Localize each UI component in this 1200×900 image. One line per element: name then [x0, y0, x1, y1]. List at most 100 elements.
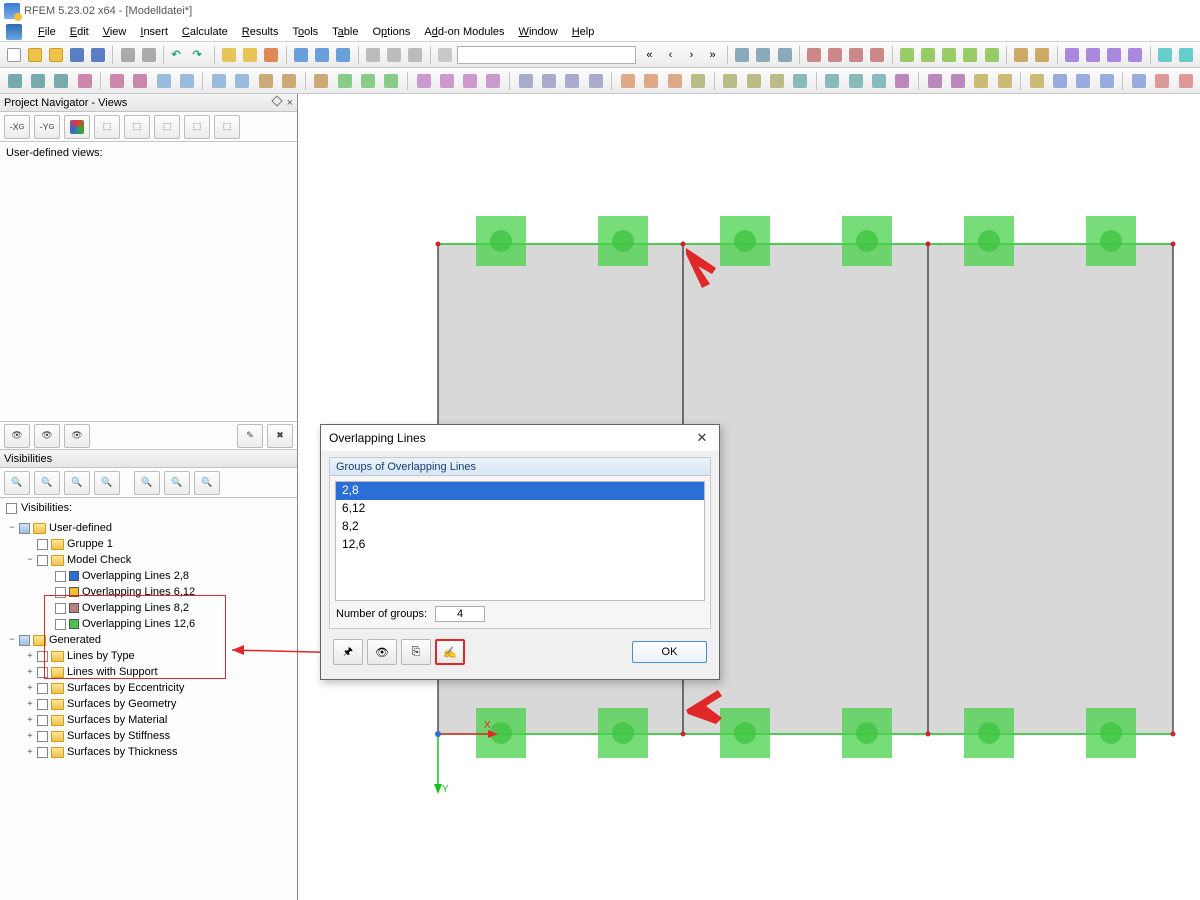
list-item-2[interactable]: 8,2: [336, 518, 704, 536]
tb-print[interactable]: [118, 45, 137, 65]
tb2-17[interactable]: [436, 71, 457, 91]
tb2-38[interactable]: [971, 71, 992, 91]
tb-nav-l[interactable]: «: [640, 45, 659, 65]
tb-open[interactable]: [25, 45, 44, 65]
vt-1[interactable]: 🔍: [4, 471, 30, 495]
tb2-3[interactable]: [74, 71, 95, 91]
tb2-35[interactable]: [892, 71, 913, 91]
tree-ov-1[interactable]: Overlapping Lines 6,12: [82, 586, 195, 598]
tb2-31[interactable]: [789, 71, 810, 91]
vt-4[interactable]: 🔍: [94, 471, 120, 495]
tb-save[interactable]: [67, 45, 86, 65]
tb-q1[interactable]: [1156, 45, 1175, 65]
panel-close-icon[interactable]: ×: [287, 97, 293, 109]
tree-user-defined[interactable]: User-defined: [49, 522, 112, 534]
tree-gen-4[interactable]: Surfaces by Material: [67, 714, 167, 726]
list-item-1[interactable]: 6,12: [336, 500, 704, 518]
tree-gruppe[interactable]: Gruppe 1: [67, 538, 113, 550]
tree-generated[interactable]: Generated: [49, 634, 101, 646]
tb2-25[interactable]: [641, 71, 662, 91]
tree-model-check[interactable]: Model Check: [67, 554, 131, 566]
tb-new[interactable]: [4, 45, 23, 65]
tb-q2[interactable]: [1177, 45, 1196, 65]
list-item-3[interactable]: 12,6: [336, 536, 704, 554]
tb2-32[interactable]: [822, 71, 843, 91]
tb2-4[interactable]: [106, 71, 127, 91]
tb2-12[interactable]: [311, 71, 332, 91]
tb2-30[interactable]: [766, 71, 787, 91]
tree-gen-2[interactable]: Surfaces by Eccentricity: [67, 682, 184, 694]
tb2-34[interactable]: [868, 71, 889, 91]
tb2-11[interactable]: [278, 71, 299, 91]
tb2-22[interactable]: [562, 71, 583, 91]
tb-nav-n[interactable]: ›: [682, 45, 701, 65]
tree-gen-6[interactable]: Surfaces by Thickness: [67, 746, 177, 758]
tb2-15[interactable]: [381, 71, 402, 91]
tb-m4[interactable]: [868, 45, 887, 65]
menu-window[interactable]: Window: [519, 26, 558, 38]
menu-help[interactable]: Help: [572, 26, 595, 38]
list-item-0[interactable]: 2,8: [336, 482, 704, 500]
tb2-36[interactable]: [924, 71, 945, 91]
tb-o1[interactable]: [1012, 45, 1031, 65]
tree-ov-0[interactable]: Overlapping Lines 2,8: [82, 570, 189, 582]
tb2-33[interactable]: [845, 71, 866, 91]
tree-gen-1[interactable]: Lines with Support: [67, 666, 158, 678]
tb-saveall[interactable]: [88, 45, 107, 65]
tb-p1[interactable]: [1063, 45, 1082, 65]
tb-m2[interactable]: [826, 45, 845, 65]
tree-gen-5[interactable]: Surfaces by Stiffness: [67, 730, 170, 742]
dlg-btn-1[interactable]: 🖈: [333, 639, 363, 665]
tb-i[interactable]: [406, 45, 425, 65]
tb-undo[interactable]: ↶: [169, 45, 188, 65]
tb-g[interactable]: [364, 45, 383, 65]
tb-cube3[interactable]: [775, 45, 794, 65]
menu-addon[interactable]: Add-on Modules: [424, 26, 504, 38]
menu-edit[interactable]: Edit: [70, 26, 89, 38]
vc-b[interactable]: 👁: [34, 424, 60, 448]
tb-m1[interactable]: [805, 45, 824, 65]
tb-h[interactable]: [385, 45, 404, 65]
tb2-42[interactable]: [1073, 71, 1094, 91]
tb2-23[interactable]: [585, 71, 606, 91]
tb2-13[interactable]: [334, 71, 355, 91]
tb2-18[interactable]: [460, 71, 481, 91]
tb-e[interactable]: [313, 45, 332, 65]
tb2-29[interactable]: [743, 71, 764, 91]
tb-nav-r[interactable]: »: [703, 45, 722, 65]
dlg-btn-create-visibility[interactable]: ✍: [435, 639, 465, 665]
tb2-0[interactable]: [4, 71, 25, 91]
dialog-close-icon[interactable]: ✕: [693, 429, 711, 447]
tb-combo[interactable]: [457, 46, 636, 64]
tb2-5[interactable]: [130, 71, 151, 91]
vc-e[interactable]: ✖: [267, 424, 293, 448]
tb-j[interactable]: [436, 45, 455, 65]
menu-calculate[interactable]: Calculate: [182, 26, 228, 38]
tb-open2[interactable]: [46, 45, 65, 65]
tb-c[interactable]: [262, 45, 281, 65]
tb-d[interactable]: [292, 45, 311, 65]
tb2-14[interactable]: [357, 71, 378, 91]
menu-insert[interactable]: Insert: [140, 26, 168, 38]
view-xg[interactable]: -XG: [4, 115, 30, 139]
tb2-39[interactable]: [994, 71, 1015, 91]
tree-ov-3[interactable]: Overlapping Lines 12,6: [82, 618, 195, 630]
tb2-27[interactable]: [687, 71, 708, 91]
tb-b[interactable]: [241, 45, 260, 65]
tb-cube2[interactable]: [754, 45, 773, 65]
tb-redo[interactable]: ↷: [190, 45, 209, 65]
tb2-45[interactable]: [1152, 71, 1173, 91]
tb-n1[interactable]: [898, 45, 917, 65]
tb-f[interactable]: [334, 45, 353, 65]
view-yg[interactable]: -YG: [34, 115, 60, 139]
tb-print2[interactable]: [139, 45, 158, 65]
tree-gen-3[interactable]: Surfaces by Geometry: [67, 698, 176, 710]
ok-button[interactable]: OK: [632, 641, 707, 663]
tb2-46[interactable]: [1175, 71, 1196, 91]
tb2-28[interactable]: [720, 71, 741, 91]
vt-3[interactable]: 🔍: [64, 471, 90, 495]
pin-icon[interactable]: [271, 95, 282, 106]
vc-a[interactable]: 👁: [4, 424, 30, 448]
view-u4[interactable]: ⬚: [184, 115, 210, 139]
tb2-24[interactable]: [617, 71, 638, 91]
